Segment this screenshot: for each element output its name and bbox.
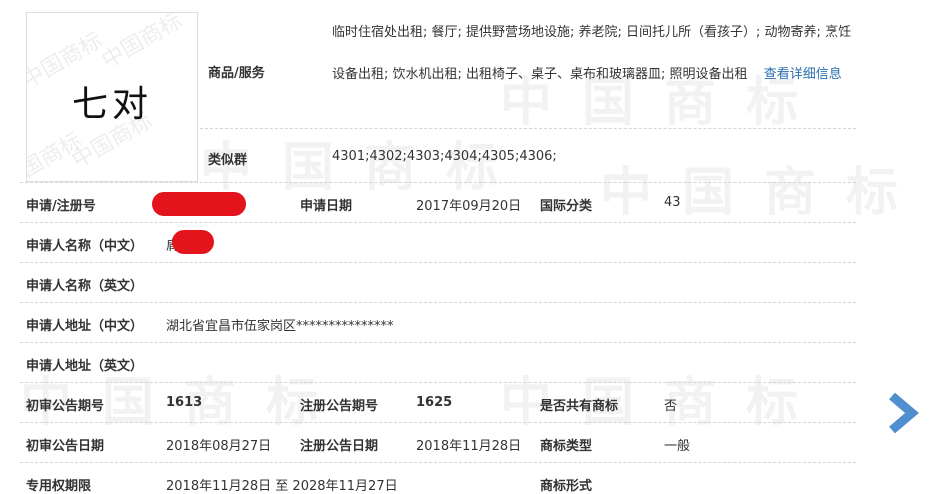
apply-date-value: 2017年09月20日 [416, 199, 522, 214]
trademark-image: 中国商标 中国商标 中国商标 中国商标 七对 [26, 12, 198, 182]
next-arrow-icon[interactable] [886, 392, 922, 438]
row-divider [20, 302, 856, 303]
row-divider [20, 422, 856, 423]
shared-label: 是否共有商标 [540, 399, 619, 414]
address-cn-value: 湖北省宜昌市伍家岗区*************** [166, 319, 394, 334]
trademark-logo-text: 七对 [71, 84, 152, 125]
row-divider [20, 382, 856, 383]
prelim-date-value: 2018年08月27日 [166, 439, 272, 454]
prelim-issue-label: 初审公告期号 [26, 399, 105, 414]
redaction-mark [152, 192, 246, 216]
prelim-date-label: 初审公告日期 [26, 439, 105, 454]
exclusive-value: 2018年11月28日 至 2028年11月27日 [166, 479, 398, 494]
intl-class-value: 43 [664, 195, 681, 210]
similar-group-value: 4301;4302;4303;4304;4305;4306; [332, 149, 557, 164]
goods-more-link[interactable]: 查看详细信息 [764, 67, 842, 82]
redaction-mark [172, 230, 214, 254]
reg-date-value: 2018年11月28日 [416, 439, 522, 454]
exclusive-label: 专用权期限 [26, 479, 92, 494]
applicant-en-label: 申请人名称（英文） [26, 279, 144, 294]
reg-date-label: 注册公告日期 [300, 439, 379, 454]
similar-group-label: 类似群 [208, 153, 248, 168]
goods-row-divider [200, 128, 856, 129]
row-divider [20, 262, 856, 263]
tm-type-value: 一般 [664, 439, 691, 454]
row-divider [20, 462, 856, 463]
reg-issue-label: 注册公告期号 [300, 399, 379, 414]
tm-form-label: 商标形式 [540, 479, 593, 494]
reg-no-label: 申请/注册号 [26, 199, 96, 214]
shared-value: 否 [664, 399, 678, 414]
row-divider [20, 222, 856, 223]
goods-services: 临时住宿处出租; 餐厅; 提供野营场地设施; 养老院; 日间托儿所（看孩子）; … [332, 12, 852, 96]
apply-date-label: 申请日期 [300, 199, 353, 214]
reg-issue-value: 1625 [416, 395, 453, 410]
prelim-issue-value: 1613 [166, 395, 203, 410]
watermark: 中国商标 [600, 162, 929, 223]
logo-watermark: 中国商标 [97, 12, 187, 74]
row-divider [20, 342, 856, 343]
applicant-cn-label: 申请人名称（中文） [26, 239, 144, 254]
logo-watermark: 中国商标 [26, 128, 87, 182]
address-en-label: 申请人地址（英文） [26, 359, 144, 374]
tm-type-label: 商标类型 [540, 439, 593, 454]
goods-label: 商品/服务 [208, 66, 265, 81]
row-divider [20, 182, 856, 183]
intl-class-label: 国际分类 [540, 199, 593, 214]
address-cn-label: 申请人地址（中文） [26, 319, 144, 334]
